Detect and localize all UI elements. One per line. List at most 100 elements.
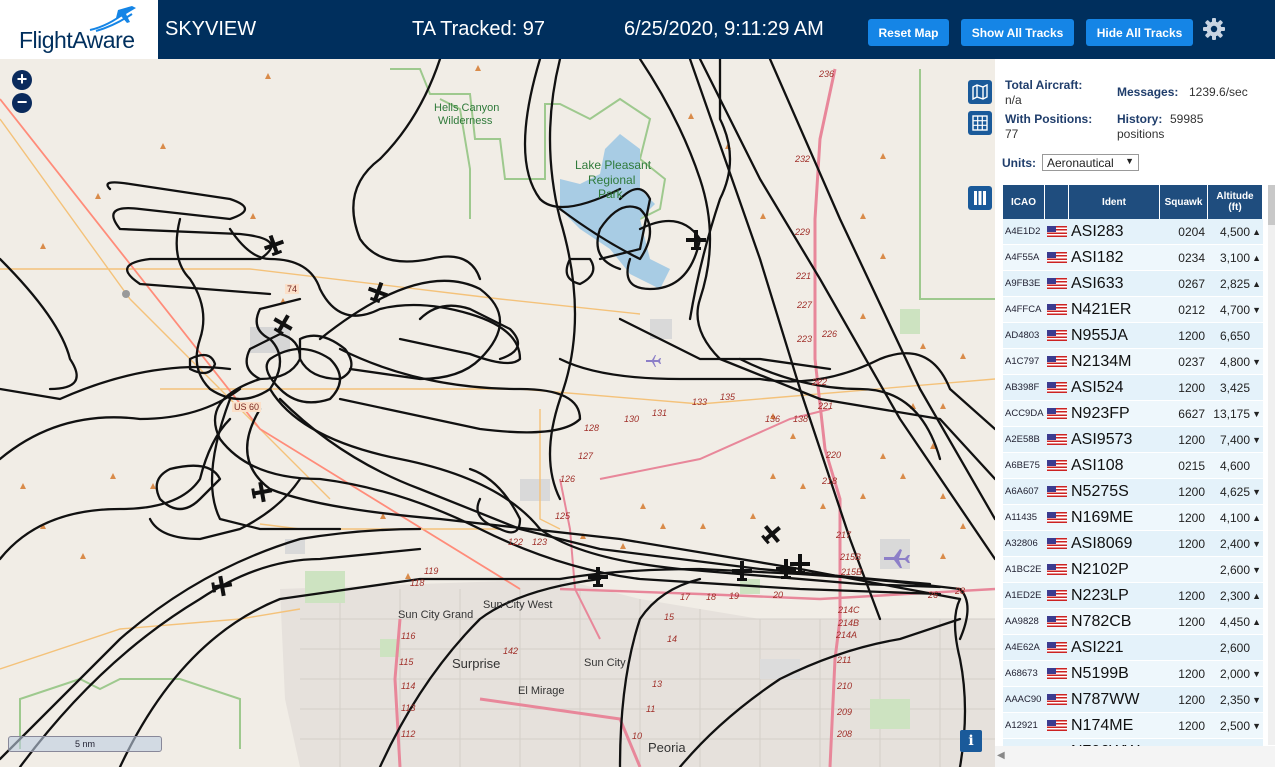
road-number: 215B: [840, 552, 862, 562]
map-canvas[interactable]: Hells Canyon Wilderness Lake Pleasant Re…: [0, 59, 995, 767]
cell-ident: ASI524: [1071, 378, 1124, 396]
cell-icao: A4E1D2: [1005, 226, 1041, 237]
table-header: ICAO Ident Squawk Altitude (ft): [1003, 185, 1263, 219]
table-row[interactable]: A6A607 N5275S 1200 4,625 ▼: [1003, 479, 1263, 505]
gear-icon[interactable]: [1202, 17, 1226, 41]
cell-squawk: 0215: [1178, 458, 1205, 473]
road-number: 19: [729, 591, 740, 601]
cell-ident: ASI108: [1071, 456, 1124, 474]
table-row[interactable]: A1ED2E N223LP 1200 2,300 ▲: [1003, 583, 1263, 609]
table-row[interactable]: A6BE75 ASI108 0215 4,600: [1003, 453, 1263, 479]
table-row[interactable]: A2E58B ASI9573 1200 7,400 ▼: [1003, 427, 1263, 453]
cell-ident: N787WW: [1071, 690, 1140, 708]
road-number: 15: [664, 612, 675, 622]
horizontal-scrollbar[interactable]: ◀: [995, 746, 1275, 767]
cell-ident: N923FP: [1071, 404, 1130, 422]
cell-altitude: 6,650: [1208, 323, 1263, 348]
cell-squawk: 1200: [1178, 718, 1205, 733]
altitude-trend-icon: ▼: [1252, 720, 1261, 731]
cell-ident: ASI8069: [1071, 534, 1133, 552]
altitude-trend-icon: ▼: [1252, 538, 1261, 549]
units-select[interactable]: Aeronautical ▼: [1042, 154, 1139, 171]
flightaware-logo[interactable]: FlightAware: [0, 0, 158, 60]
messages-label: Messages:: [1117, 85, 1179, 99]
logo-text: FlightAware: [19, 27, 135, 53]
table-row[interactable]: ACC9DA N923FP 6627 13,175 ▼: [1003, 401, 1263, 427]
us-flag-icon: [1045, 401, 1069, 426]
road-number: 14: [667, 634, 678, 644]
with-positions-value: 77: [1005, 127, 1019, 141]
altitude-value: 2,600: [1219, 640, 1250, 655]
info-button[interactable]: i: [960, 730, 982, 752]
scrollbar-thumb[interactable]: [1268, 185, 1275, 225]
road-number: 236: [819, 69, 835, 79]
table-row[interactable]: AA9828 N782CB 1200 4,450 ▲: [1003, 609, 1263, 635]
us-flag-icon: [1045, 635, 1069, 660]
table-row[interactable]: A1BC2E N2102P 2,600 ▼: [1003, 557, 1263, 583]
label-us60: US 60: [232, 402, 262, 412]
table-row[interactable]: AAAC90 N787WW 1200 2,350 ▼: [1003, 687, 1263, 713]
cell-icao: AD4803: [1005, 330, 1040, 341]
table-row[interactable]: AB398F ASI524 1200 3,425: [1003, 375, 1263, 401]
road-number: 220: [826, 450, 842, 460]
table-row[interactable]: A68673 N5199B 1200 2,000 ▼: [1003, 661, 1263, 687]
cell-altitude: 2,350 ▼: [1208, 687, 1263, 712]
hide-all-tracks-button[interactable]: Hide All Tracks: [1086, 19, 1193, 46]
map-layer-button[interactable]: [968, 80, 992, 104]
road-number: 215B: [841, 567, 863, 577]
altitude-trend-icon: ▲: [1252, 226, 1261, 237]
label-route-74: 74: [285, 284, 300, 294]
table-row[interactable]: A9FB3E ASI633 0267 2,825 ▲: [1003, 271, 1263, 297]
table-row[interactable]: A4E62A ASI221 2,600: [1003, 635, 1263, 661]
table-row[interactable]: A32806 ASI8069 1200 2,400 ▼: [1003, 531, 1263, 557]
label-sun-city: Sun City: [584, 657, 626, 669]
road-number: 20: [773, 590, 784, 600]
zoom-in-button[interactable]: +: [12, 70, 32, 90]
road-number: 114: [401, 681, 416, 691]
altitude-value: 2,300: [1219, 588, 1250, 603]
cell-altitude: 4,600: [1208, 453, 1263, 478]
road-number: 26: [928, 590, 939, 600]
show-all-tracks-button[interactable]: Show All Tracks: [961, 19, 1074, 46]
vertical-scrollbar[interactable]: [1268, 185, 1275, 745]
altitude-value: 7,400: [1219, 432, 1250, 447]
road-number: 136: [765, 414, 781, 424]
table-row[interactable]: AD4803 N955JA 1200 6,650: [1003, 323, 1263, 349]
cell-ident: ASI9573: [1071, 430, 1133, 448]
col-altitude[interactable]: Altitude (ft): [1208, 185, 1263, 219]
table-row[interactable]: A4F55A ASI182 0234 3,100 ▲: [1003, 245, 1263, 271]
road-number: 128: [584, 423, 600, 433]
cell-icao: A4FFCA: [1005, 304, 1042, 315]
road-number: 123: [532, 537, 548, 547]
col-icao[interactable]: ICAO: [1003, 185, 1045, 219]
road-number: 214C: [838, 605, 860, 615]
cell-icao: A9FB3E: [1005, 278, 1041, 289]
cell-altitude: 4,700 ▼: [1208, 297, 1263, 322]
zoom-out-button[interactable]: −: [12, 93, 32, 113]
cell-squawk: 1200: [1178, 328, 1205, 343]
toggle-sidebar-button[interactable]: [968, 186, 992, 210]
grid-layer-button[interactable]: [968, 111, 992, 135]
col-squawk[interactable]: Squawk: [1160, 185, 1208, 219]
us-flag-icon: [1045, 609, 1069, 634]
col-ident[interactable]: Ident: [1069, 185, 1160, 219]
cell-icao: AAAC90: [1005, 694, 1042, 705]
road-number: 28: [955, 586, 966, 596]
scale-bar: 5 nm: [8, 736, 162, 752]
altitude-trend-icon: ▲: [1252, 512, 1261, 523]
col-flag[interactable]: [1045, 185, 1069, 219]
table-row[interactable]: A4FFCA N421ER 0212 4,700 ▼: [1003, 297, 1263, 323]
table-row[interactable]: A11435 N169ME 1200 4,100 ▲: [1003, 505, 1263, 531]
cell-squawk: 1200: [1178, 666, 1205, 681]
table-row[interactable]: A12921 N174ME 1200 2,500 ▼: [1003, 713, 1263, 739]
us-flag-icon: [1045, 583, 1069, 608]
reset-map-button[interactable]: Reset Map: [868, 19, 949, 46]
altitude-value: 2,350: [1219, 692, 1250, 707]
cell-icao: A1ED2E: [1005, 590, 1042, 601]
cell-altitude: 4,450 ▲: [1208, 609, 1263, 634]
table-row[interactable]: A4E1D2 ASI283 0204 4,500 ▲: [1003, 219, 1263, 245]
label-wilderness: Wilderness: [438, 115, 493, 127]
cell-squawk: 1200: [1178, 510, 1205, 525]
cell-icao: A4E62A: [1005, 642, 1040, 653]
table-row[interactable]: A1C797 N2134M 0237 4,800 ▼: [1003, 349, 1263, 375]
